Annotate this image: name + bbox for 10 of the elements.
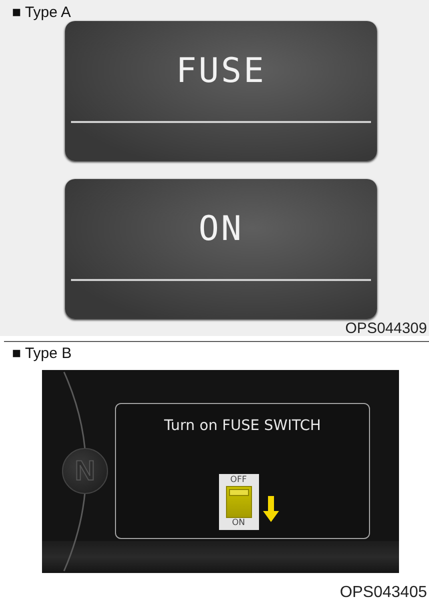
section-label: ■ Type A	[12, 4, 71, 21]
switch-label: OFF	[230, 476, 247, 485]
switch-label: ON	[232, 519, 246, 528]
section-label: ■ Type B	[12, 345, 72, 362]
display-text: ON	[198, 209, 244, 249]
figure-code: OPS044309	[345, 321, 427, 337]
down-arrow-icon	[262, 496, 278, 522]
message-text: Turn on FUSE SWITCH	[164, 418, 321, 434]
figure-code: OPS043405	[340, 585, 427, 601]
display-text: FUSE	[176, 51, 266, 91]
